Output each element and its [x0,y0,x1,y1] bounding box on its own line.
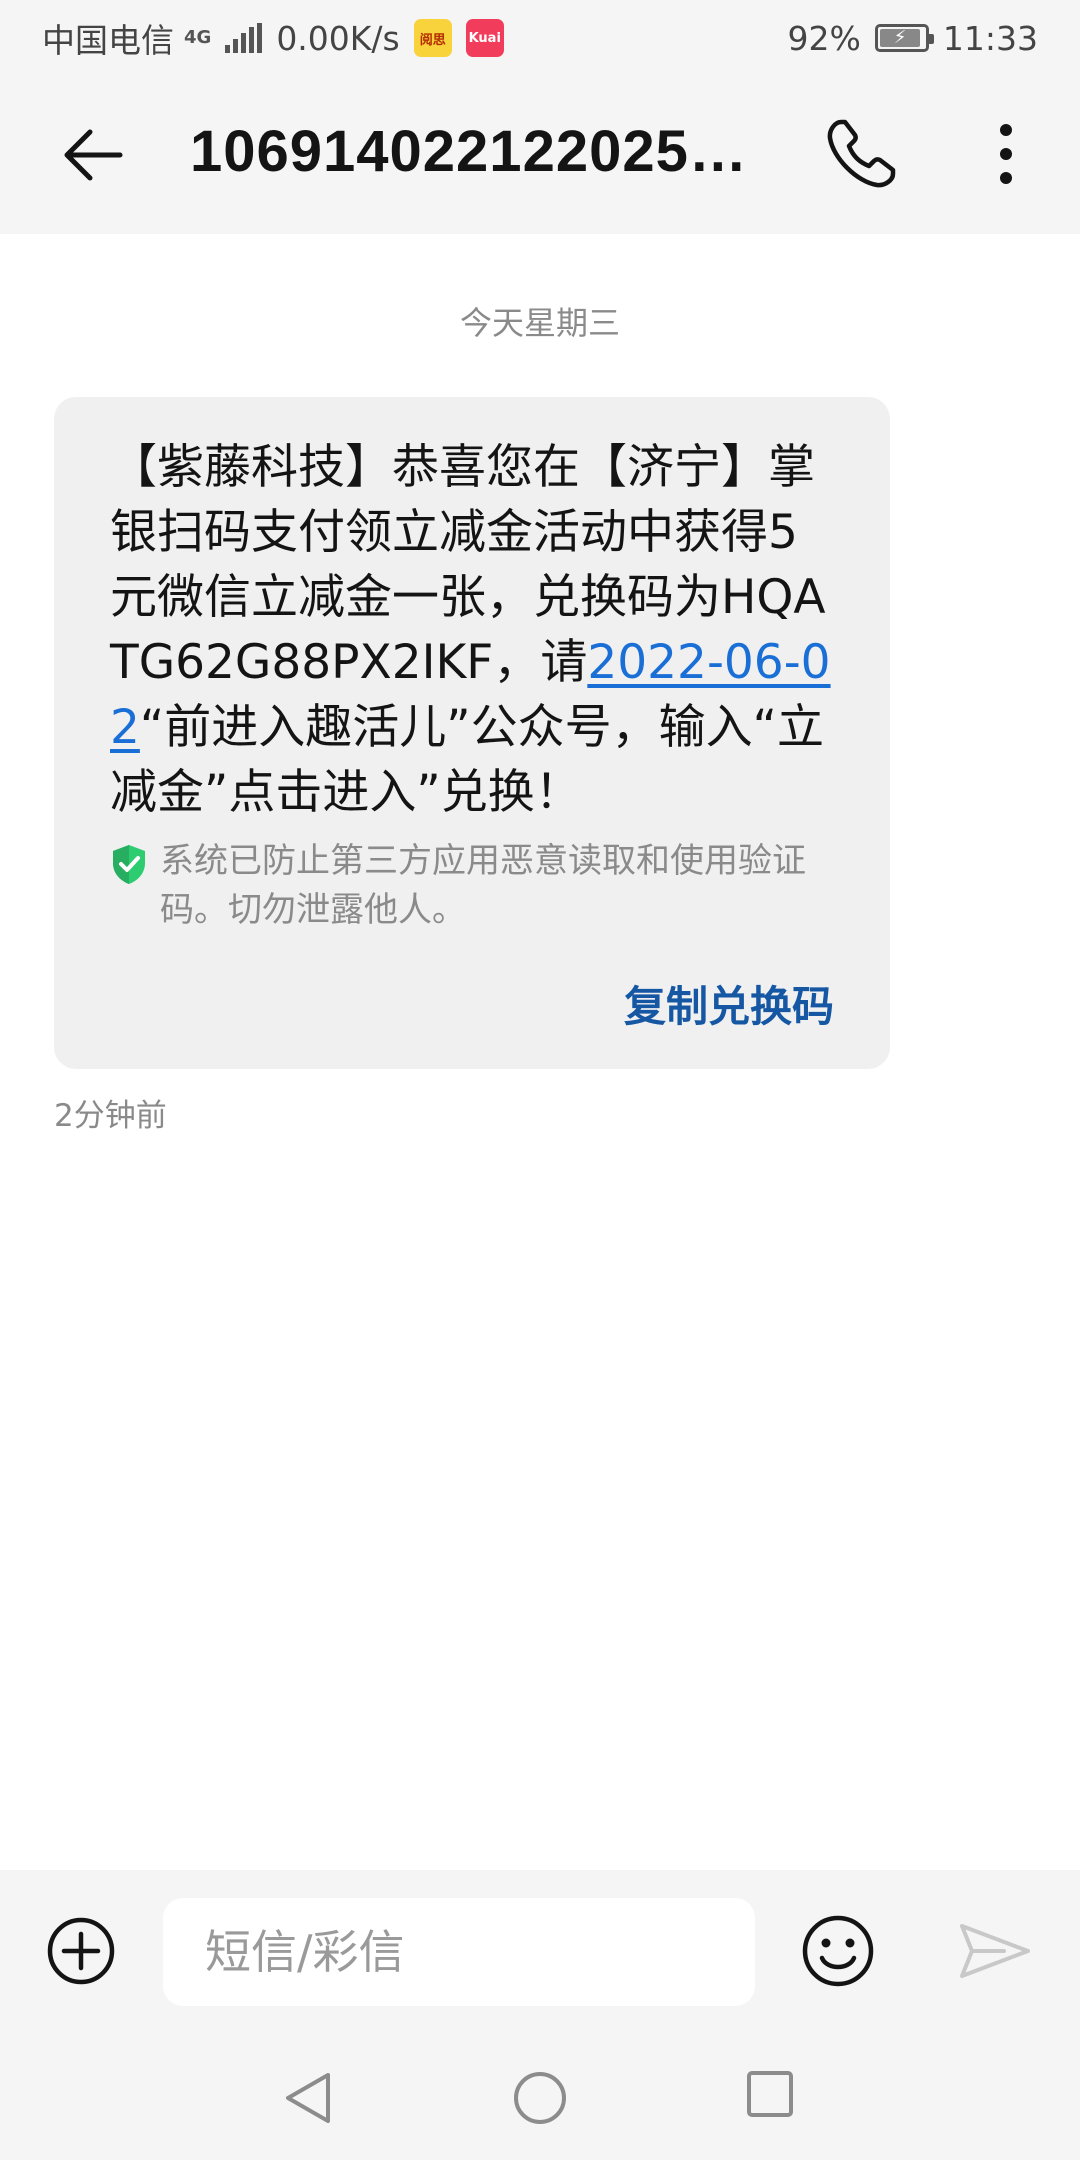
smiley-icon [802,1915,874,1987]
send-icon [960,1924,1030,1978]
app-notification-icon: Kuai [465,19,504,57]
nav-back-button[interactable] [282,2070,334,2126]
app-header: 106914022122025… [0,76,1080,234]
clock-label: 11:33 [942,18,1038,58]
message-input[interactable] [163,1898,755,2006]
network-speed-label: 0.00K/s [276,18,400,58]
plus-circle-icon [47,1917,115,1985]
security-notice: 系统已防止第三方应用恶意读取和使用验证码。切勿泄露他人。 [110,837,834,935]
shield-check-icon [113,845,145,884]
triangle-back-icon [286,2073,330,2123]
phone-icon [827,119,896,188]
status-bar-right: 92% 11:33 [788,19,1038,58]
square-recents-icon [747,2071,793,2117]
date-separator: 今天星期三 [459,304,620,342]
send-button[interactable] [958,1920,1032,1982]
carrier-label: 中国电信 [42,21,174,60]
signal-icon [225,23,263,53]
message-timestamp: 2分钟前 [54,1098,167,1134]
conversation-title: 106914022122025… [190,119,748,184]
compose-bar [0,1870,1080,2030]
back-button[interactable] [58,119,130,191]
message-text-part: “前进入趣活儿”公众号，输入“立减金”点击进入”兑换！ [110,700,824,820]
circle-home-icon [514,2072,566,2124]
copy-code-button[interactable]: 复制兑换码 [624,973,834,1034]
nav-home-button[interactable] [512,2070,568,2126]
system-navigation-bar [0,2030,1080,2160]
security-notice-text: 系统已防止第三方应用恶意读取和使用验证码。切勿泄露他人。 [160,841,806,930]
nav-recents-button[interactable] [746,2070,794,2118]
message-bubble[interactable]: 【紫藤科技】恭喜您在【济宁】掌银扫码支付领立减金活动中获得5元微信立减金一张，兑… [54,397,890,1069]
battery-percent-label: 92% [787,18,861,58]
more-options-button[interactable] [984,116,1028,192]
emoji-button[interactable] [801,1914,875,1988]
status-bar-left: 中国电信 4G 0.00K/s 阅思 Kuai [42,14,504,62]
add-attachment-button[interactable] [46,1916,116,1986]
status-bar: 中国电信 4G 0.00K/s 阅思 Kuai 92% 11:33 [0,0,1080,76]
call-button[interactable] [823,116,899,192]
arrow-left-icon [64,129,123,181]
message-text: 【紫藤科技】恭喜您在【济宁】掌银扫码支付领立减金活动中获得5元微信立减金一张，兑… [110,435,834,825]
more-vertical-icon [1000,124,1012,184]
network-type-label: 4G [184,27,212,48]
app-notification-icon: 阅思 [413,19,452,57]
battery-icon [874,24,934,52]
